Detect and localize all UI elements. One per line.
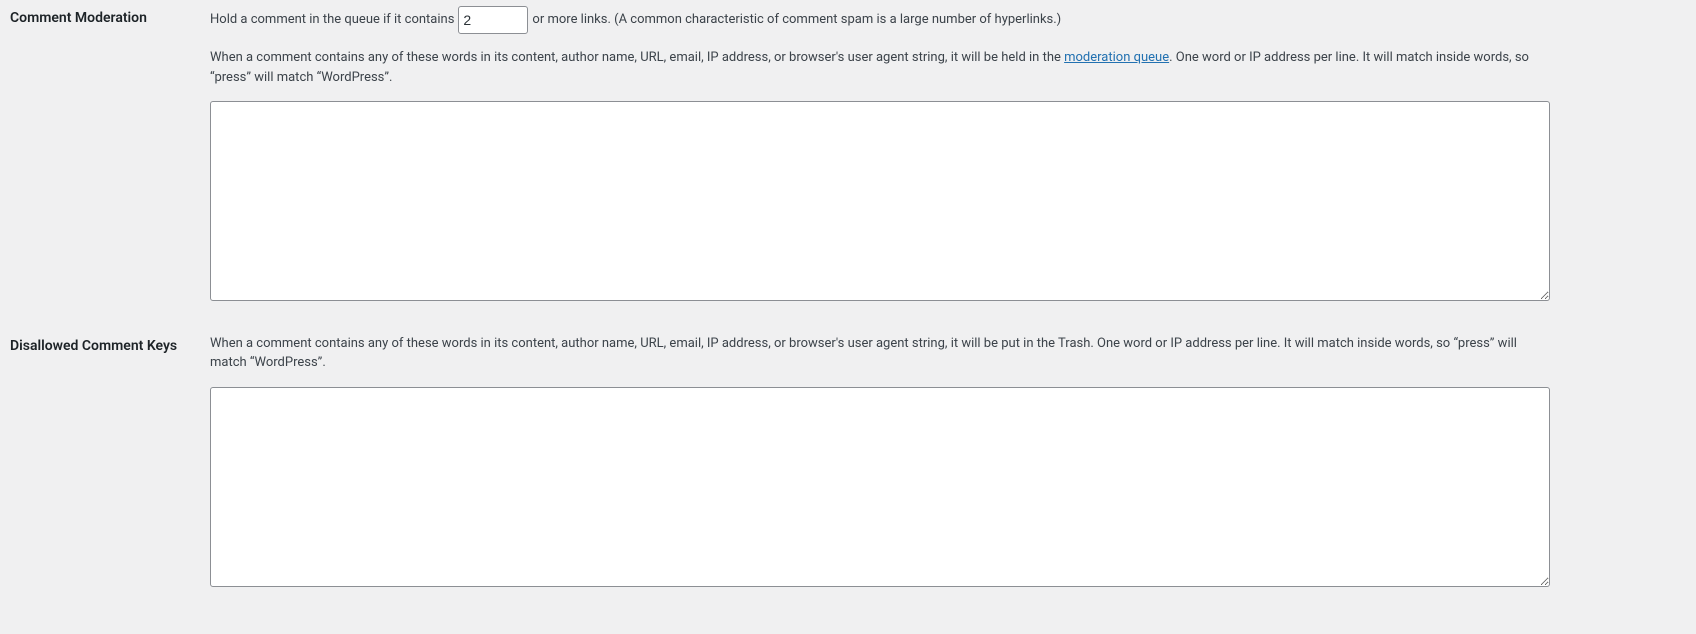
moderation-description: When a comment contains any of these wor… [210, 48, 1550, 87]
disallowed-keys-cell: When a comment contains any of these wor… [200, 328, 1696, 614]
disallowed-keys-textarea[interactable] [210, 387, 1550, 587]
moderation-keys-textarea[interactable] [210, 101, 1550, 301]
disallowed-keys-row: Disallowed Comment Keys When a comment c… [0, 328, 1696, 614]
max-links-input[interactable] [458, 6, 528, 34]
comment-moderation-cell: Hold a comment in the queue if it contai… [200, 0, 1696, 328]
disallowed-keys-heading: Disallowed Comment Keys [0, 328, 200, 614]
moderation-queue-link[interactable]: moderation queue [1064, 50, 1169, 65]
hold-text-pre: Hold a comment in the queue if it contai… [210, 10, 454, 30]
settings-table: Comment Moderation Hold a comment in the… [0, 0, 1696, 613]
comment-moderation-row: Comment Moderation Hold a comment in the… [0, 0, 1696, 328]
comment-moderation-heading: Comment Moderation [0, 0, 200, 328]
disallowed-description: When a comment contains any of these wor… [210, 334, 1550, 373]
moderation-desc-pre: When a comment contains any of these wor… [210, 50, 1064, 65]
hold-text-post: or more links. (A common characteristic … [532, 10, 1061, 30]
moderation-links-setting: Hold a comment in the queue if it contai… [210, 6, 1686, 34]
